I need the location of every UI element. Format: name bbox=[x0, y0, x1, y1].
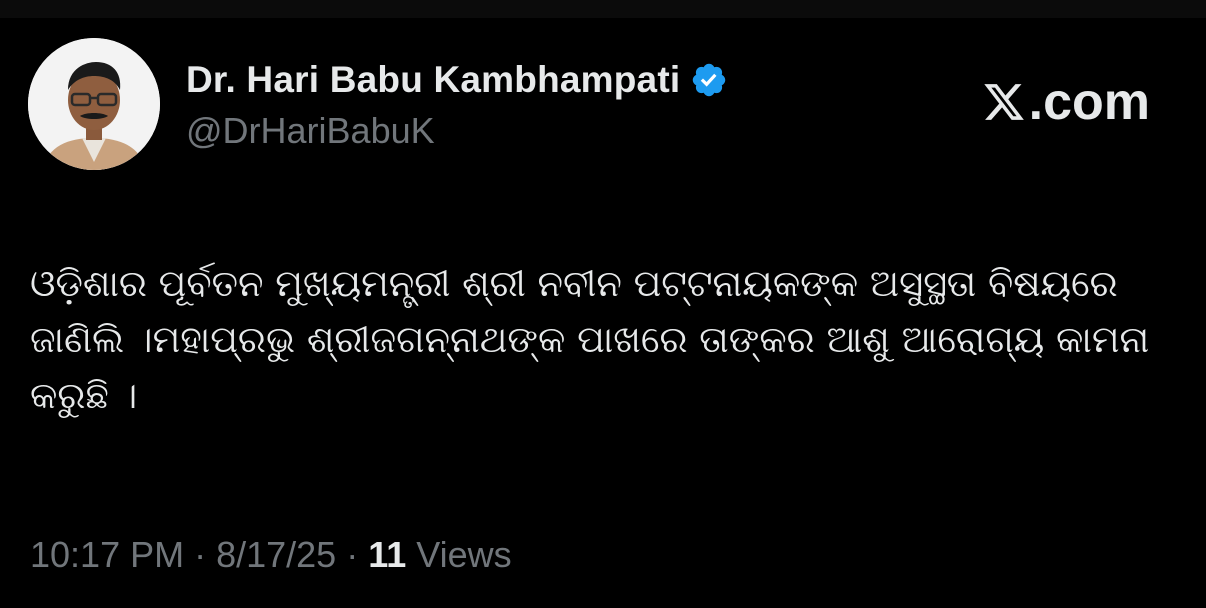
views-label: Views bbox=[406, 534, 512, 575]
post-time[interactable]: 10:17 PM bbox=[30, 534, 184, 575]
post-card: Dr. Hari Babu Kambhampati @DrHariBabuK .… bbox=[0, 18, 1206, 608]
top-bar bbox=[0, 0, 1206, 18]
profile-photo bbox=[28, 38, 160, 170]
verified-badge-icon[interactable] bbox=[690, 61, 728, 99]
author-handle[interactable]: @DrHariBabuK bbox=[186, 110, 728, 152]
author-avatar[interactable] bbox=[28, 38, 160, 170]
x-com-brand[interactable]: .com bbox=[981, 76, 1150, 128]
views-count: 11 bbox=[368, 534, 407, 575]
author-name-row: Dr. Hari Babu Kambhampati bbox=[186, 56, 728, 104]
author-info: Dr. Hari Babu Kambhampati @DrHariBabuK bbox=[186, 56, 728, 152]
post-meta: 10:17 PM · 8/17/25 · 11 Views bbox=[30, 534, 512, 576]
brand-domain-text: .com bbox=[1028, 73, 1150, 131]
author-display-name[interactable]: Dr. Hari Babu Kambhampati bbox=[186, 59, 680, 101]
post-date[interactable]: 8/17/25 bbox=[216, 534, 336, 575]
post-text: ଓଡ଼ିଶାର ପୂର୍ବତନ ମୁଖ୍ୟମନ୍ତ୍ରୀ ଶ୍ରୀ ନବୀନ ପ… bbox=[30, 262, 1150, 417]
x-logo-icon bbox=[981, 80, 1027, 124]
meta-separator: · bbox=[184, 534, 217, 575]
meta-separator: · bbox=[336, 534, 369, 575]
